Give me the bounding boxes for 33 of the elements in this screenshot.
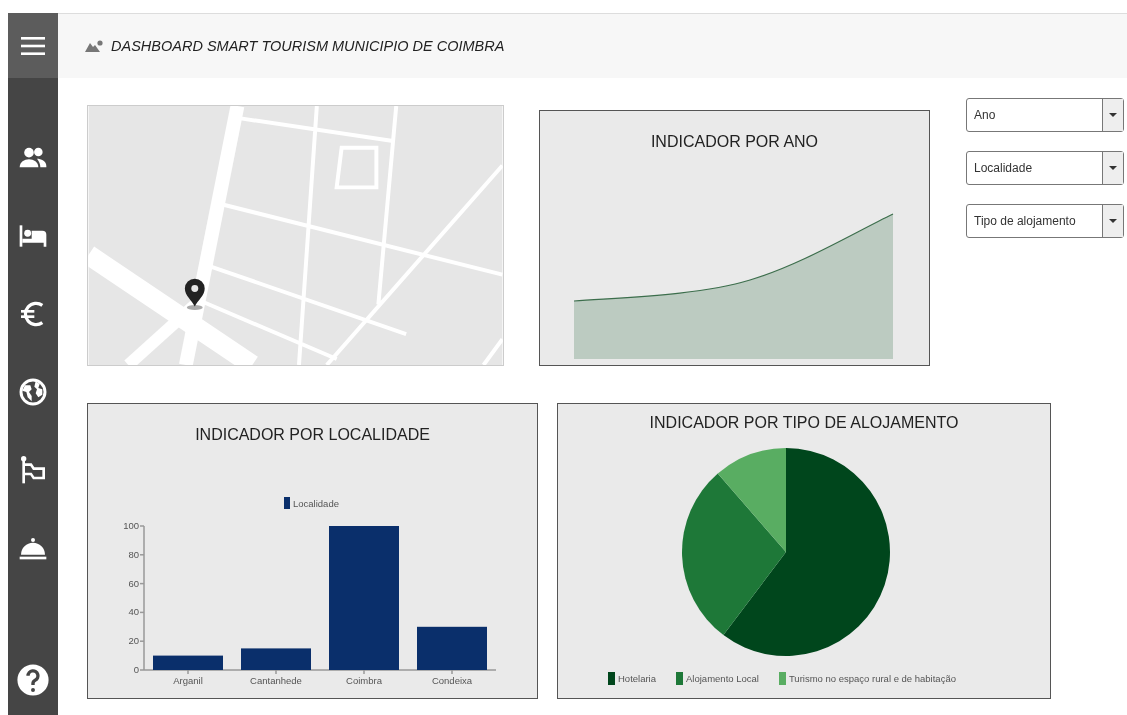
legend-label: Turismo no espaço rural e de habitação [788, 673, 956, 684]
bar [417, 626, 487, 670]
legend-label: Hotelaria [618, 673, 657, 684]
caret-icon [1109, 113, 1117, 117]
axis-tick-label: 60 [128, 577, 139, 589]
menu-icon [21, 36, 45, 55]
axis-tick-label: 80 [128, 548, 139, 560]
axis-tick-label: 100 [123, 520, 139, 531]
caret-icon [1109, 166, 1117, 170]
legend-label: Localidade [293, 498, 339, 509]
legend-label: Alojamento Local [686, 673, 759, 684]
menu-button[interactable] [8, 13, 58, 78]
globe-icon [17, 376, 49, 408]
chart-title: INDICADOR POR LOCALIDADE [195, 426, 430, 445]
page-title: DASHBOARD SMART TOURISM MUNICIPIO DE COIMBRA [111, 38, 505, 54]
axis-tick-label: 0 [133, 664, 139, 675]
axis-label: Cantanhede [250, 675, 302, 686]
axis-label: Condeixa [431, 675, 473, 686]
bar [241, 648, 311, 670]
chart-title: INDICADOR POR ANO [650, 133, 819, 151]
filter-dropdown[interactable]: Localidade [966, 151, 1124, 185]
help-icon [16, 663, 50, 697]
axis-tick-label: 20 [128, 635, 139, 647]
landscape-icon [85, 40, 103, 52]
bar [153, 655, 223, 670]
axis-tick-label: 40 [128, 606, 139, 618]
axis-label: Coimbra [346, 675, 382, 686]
filter-dropdown[interactable]: Tipo de alojamento [966, 204, 1124, 238]
chart-title: INDICADOR POR TIPO DE ALOJAMENTO [648, 414, 960, 433]
filter-dropdown[interactable]: Ano [966, 98, 1124, 132]
caret-icon [1109, 219, 1117, 223]
help-button[interactable] [16, 663, 50, 697]
axis-label: Arganil [173, 675, 203, 686]
